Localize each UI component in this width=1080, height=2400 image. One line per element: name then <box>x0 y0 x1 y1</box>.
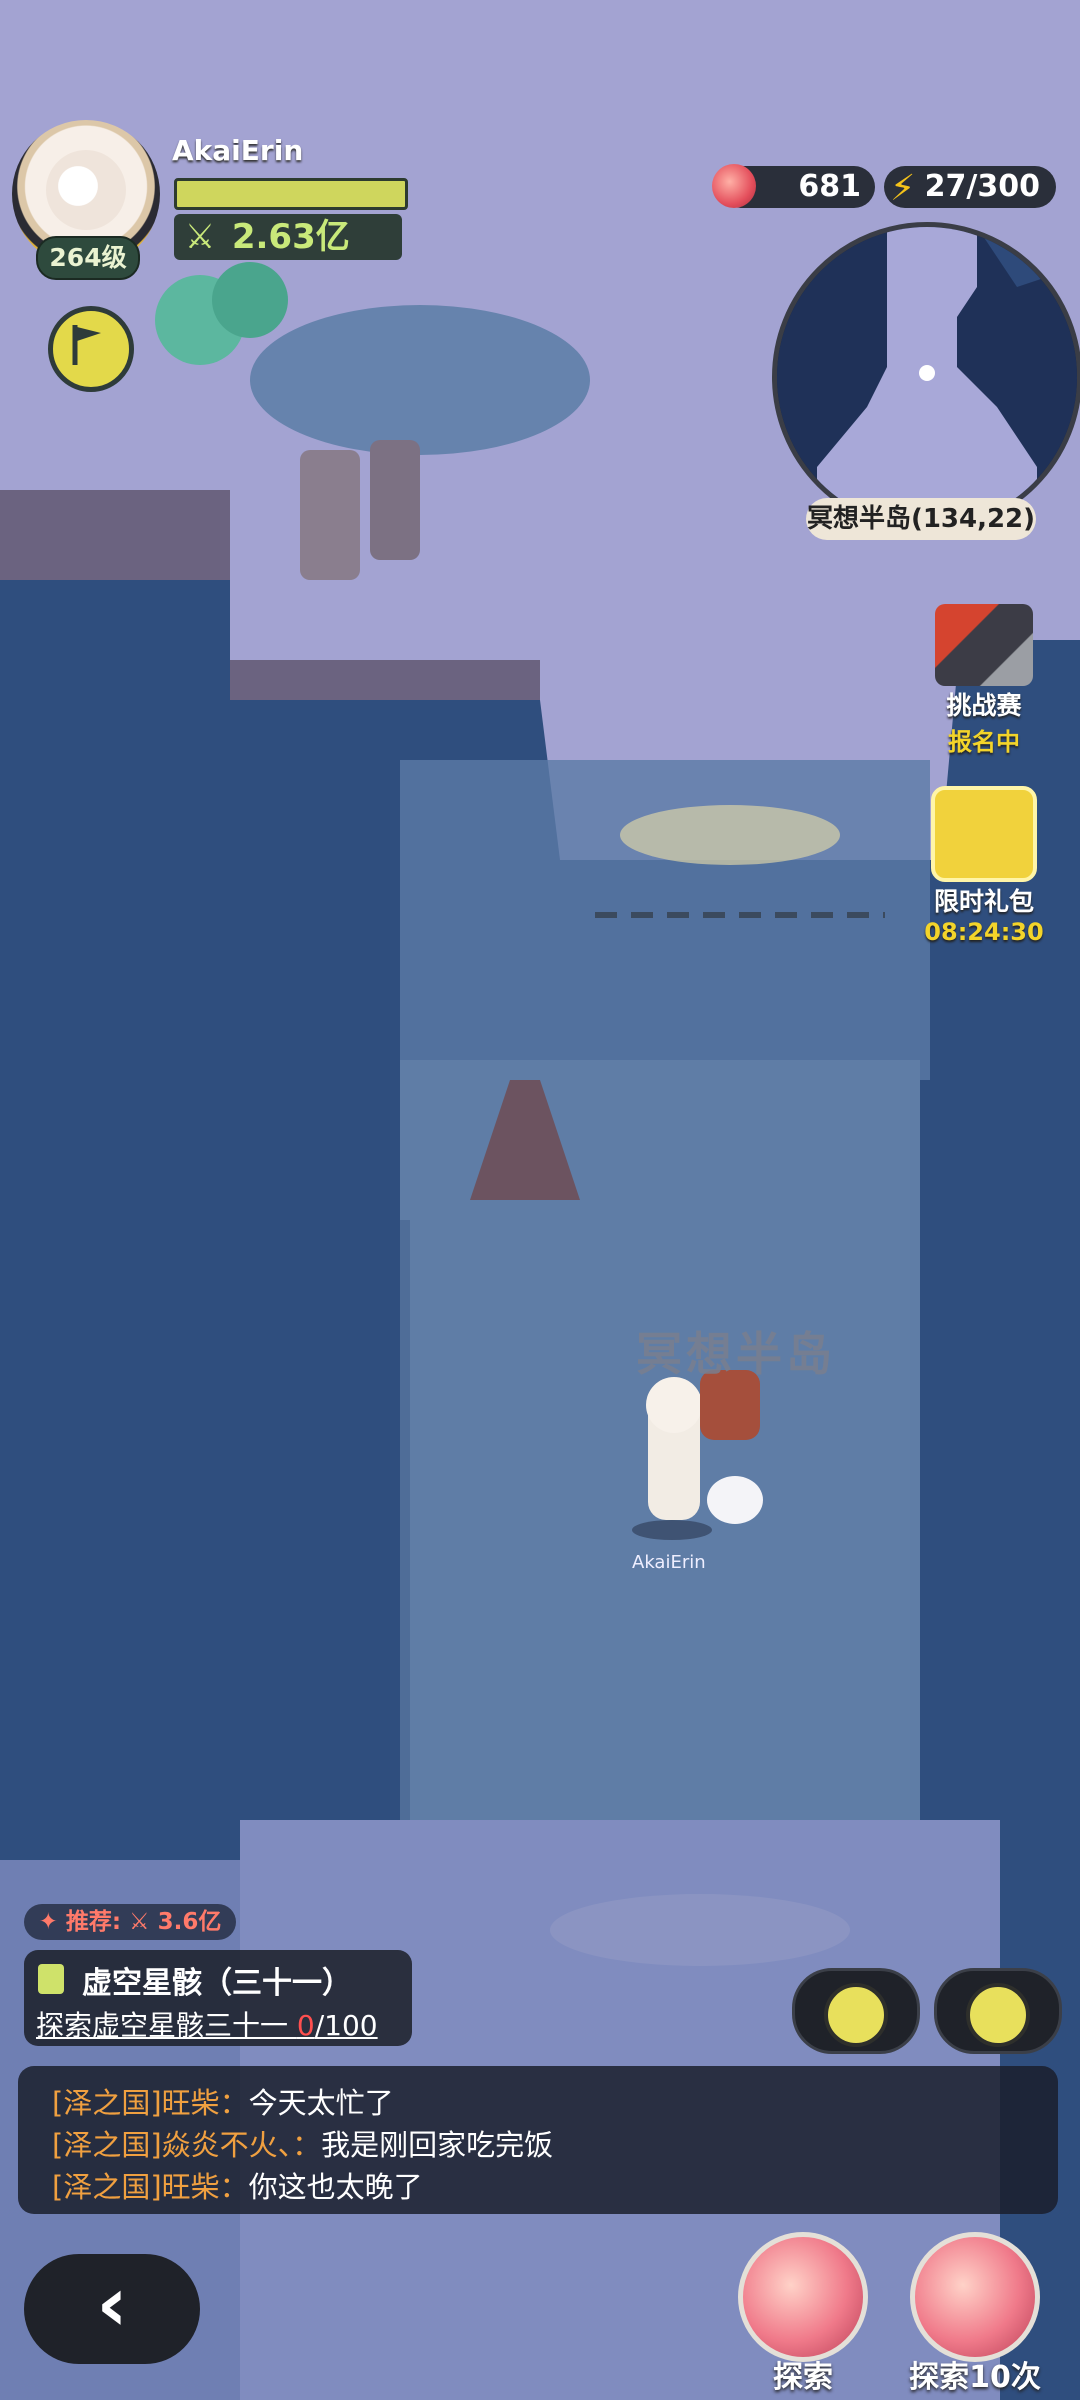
avatar-portrait <box>46 150 126 230</box>
quest-desc-text: 探索虚空星骸三十一 <box>36 2009 297 2042</box>
apple-icon <box>712 164 756 208</box>
chevron-left-icon: ‹ <box>96 2259 128 2348</box>
quest-progress-total: /100 <box>314 2009 378 2042</box>
quest-title: 虚空星骸（三十一） <box>82 1966 352 2001</box>
challenge-icon <box>935 604 1033 686</box>
emote-button[interactable] <box>792 1968 920 2054</box>
minimap-terrain <box>777 227 1077 527</box>
flag-button[interactable] <box>48 306 134 392</box>
explore-label: 探索 <box>773 2360 833 2395</box>
apple-icon <box>738 2232 868 2362</box>
challenge-button[interactable]: 挑战赛 报名中 <box>914 604 1054 757</box>
chat-text: 你这也太晚了 <box>248 2170 423 2204</box>
player-hp-bar <box>174 178 408 210</box>
cube-icon <box>966 1983 1030 2047</box>
crossed-swords-icon: ⚔ <box>184 217 216 257</box>
gift-timer: 08:24:30 <box>924 918 1044 946</box>
player-power-value: 2.63亿 <box>231 217 350 257</box>
chat-message: [泽之国]焱炎不火、：我是刚回家吃完饭 <box>52 2122 553 2164</box>
gift-title: 限时礼包 <box>933 887 1034 916</box>
explore-10-label: 探索10次 <box>909 2360 1041 2395</box>
apple-bundle-icon <box>910 2232 1040 2362</box>
chat-text: 我是刚回家吃完饭 <box>321 2128 554 2162</box>
chat-message: [泽之国]旺柴：你这也太晚了 <box>52 2164 423 2206</box>
explore-10-button[interactable]: 探索10次 <box>900 2232 1050 2395</box>
energy-max: /300 <box>966 169 1040 204</box>
player-level-badge: 264级 <box>36 236 140 280</box>
quest-panel[interactable]: 虚空星骸（三十一） 探索虚空星骸三十一 0/100 <box>24 1950 412 2046</box>
apple-count: 681 <box>798 169 861 204</box>
recommended-power: ✦ 推荐: ⚔ 3.6亿 <box>24 1904 236 1940</box>
chat-sender: [泽之国]焱炎不火、： <box>52 2128 322 2162</box>
minimap-location: 冥想半岛(134,22) <box>806 498 1036 540</box>
flag-icon <box>72 325 101 365</box>
map-area-title: 冥想半岛 <box>636 1327 836 1381</box>
quest-list-icon <box>38 1964 64 1994</box>
player-power: ⚔ 2.63亿 <box>174 214 402 260</box>
chat-message: [泽之国]旺柴：今天太忙了 <box>52 2080 394 2122</box>
explore-button[interactable]: 探索 <box>728 2232 878 2395</box>
challenge-title: 挑战赛 <box>946 691 1022 720</box>
quest-progress-current: 0 <box>296 2009 315 2042</box>
cube-button[interactable] <box>934 1968 1062 2054</box>
chat-panel[interactable]: [泽之国]旺柴：今天太忙了 [泽之国]焱炎不火、：我是刚回家吃完饭 [泽之国]旺… <box>18 2066 1058 2214</box>
energy-current: 27 <box>924 169 967 204</box>
chat-sender: [泽之国]旺柴： <box>52 2170 249 2204</box>
minimap[interactable] <box>772 222 1080 532</box>
limited-gift-button[interactable]: 限时礼包 08:24:30 <box>912 786 1056 946</box>
energy-resource[interactable]: ⚡ 27/300 <box>884 166 1056 209</box>
challenge-status: 报名中 <box>948 728 1020 756</box>
back-button[interactable]: ‹ <box>24 2254 200 2364</box>
apple-resource[interactable]: 681 <box>712 164 875 208</box>
character-name-label: AkaiErin <box>632 1552 706 1573</box>
chat-text: 今天太忙了 <box>248 2086 394 2120</box>
chat-sender: [泽之国]旺柴： <box>52 2086 249 2120</box>
gift-box-icon <box>931 786 1037 882</box>
lightning-icon: ⚡ <box>890 168 916 209</box>
face-icon <box>824 1983 888 2047</box>
quest-description: 探索虚空星骸三十一 0/100 <box>36 2004 378 2044</box>
player-name: AkaiErin <box>172 134 304 167</box>
